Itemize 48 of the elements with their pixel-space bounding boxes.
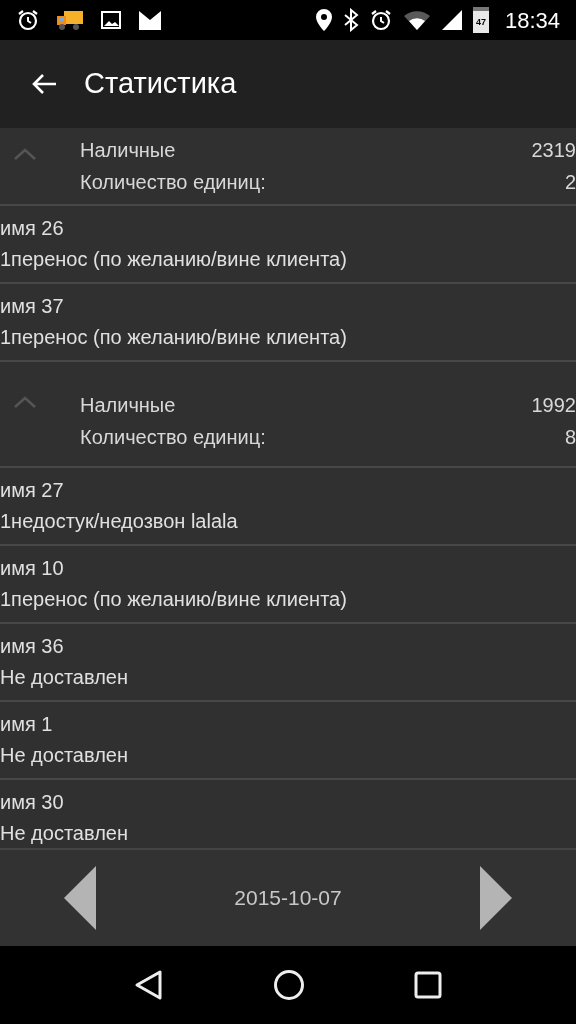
payment-type: Наличные: [80, 393, 176, 418]
group-header[interactable]: Наличные 1992 Количество единиц: 8: [0, 376, 576, 468]
delivery-status: Не доставлен: [0, 743, 129, 768]
screen-title: Статистика: [84, 66, 237, 102]
count-label: Количество единиц:: [80, 425, 266, 450]
payment-type: Наличные: [80, 138, 176, 163]
recents-button[interactable]: [413, 971, 442, 999]
home-button[interactable]: [273, 969, 305, 1001]
customer-name: имя 36: [0, 634, 65, 659]
count-value: 2: [564, 170, 576, 195]
date-label: 2015-10-07: [234, 885, 342, 912]
group-header[interactable]: Наличные 2319 Количество единиц: 2: [0, 128, 576, 206]
battery-level: 47: [475, 17, 486, 27]
order-row[interactable]: имя 37 1перенос (по желанию/вине клиента): [0, 284, 576, 362]
signal-icon: [440, 9, 463, 31]
mail-icon: [138, 9, 162, 31]
order-row[interactable]: имя 10 1перенос (по желанию/вине клиента): [0, 546, 576, 624]
previous-day-button[interactable]: [64, 866, 96, 930]
clock: 18:34: [504, 6, 560, 35]
delivery-status: 1перенос (по желанию/вине клиента): [0, 587, 348, 612]
next-day-button[interactable]: [480, 866, 512, 930]
amount: 2319: [531, 138, 576, 163]
order-row[interactable]: имя 26 1перенос (по желанию/вине клиента): [0, 206, 576, 284]
customer-name: имя 1: [0, 712, 54, 737]
customer-name: имя 26: [0, 216, 65, 241]
customer-name: имя 30: [0, 790, 65, 815]
customer-name: имя 37: [0, 294, 65, 319]
truck-icon: [56, 8, 84, 32]
order-row[interactable]: имя 36 Не доставлен: [0, 624, 576, 702]
count-value: 8: [564, 425, 576, 450]
customer-name: имя 10: [0, 556, 65, 581]
wifi-icon: [402, 9, 431, 31]
order-row[interactable]: имя 27 1недостук/недозвон lalala: [0, 468, 576, 546]
delivery-status: 1перенос (по желанию/вине клиента): [0, 247, 348, 272]
order-row[interactable]: имя 1 Не доставлен: [0, 702, 576, 780]
alarm-clock-icon: [16, 8, 40, 32]
delivery-status: 1перенос (по желанию/вине клиента): [0, 325, 348, 350]
bluetooth-icon: [342, 8, 359, 32]
delivery-status: Не доставлен: [0, 821, 129, 846]
back-arrow-icon: [30, 72, 58, 96]
delivery-status: Не доставлен: [0, 665, 129, 690]
amount: 1992: [531, 393, 576, 418]
back-nav-button[interactable]: [134, 969, 165, 1001]
image-icon: [100, 9, 122, 31]
customer-name: имя 27: [0, 478, 65, 503]
count-label: Количество единиц:: [80, 170, 266, 195]
location-pin-icon: [314, 8, 333, 32]
delivery-status: 1недостук/недозвон lalala: [0, 509, 239, 534]
